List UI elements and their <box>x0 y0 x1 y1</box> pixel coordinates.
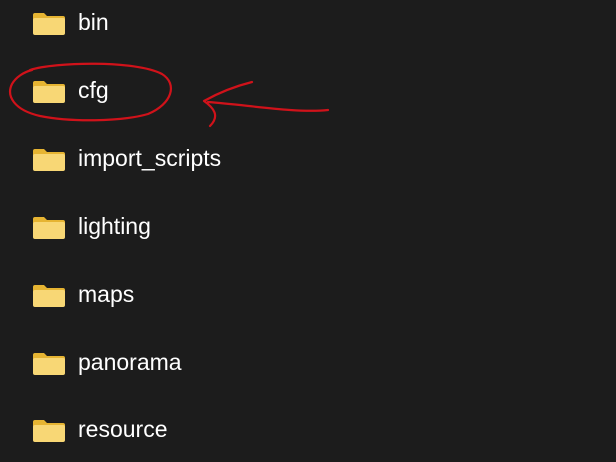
folder-icon <box>32 352 66 376</box>
folder-label: maps <box>78 281 135 307</box>
folder-item-panorama[interactable]: panorama <box>0 342 360 382</box>
folder-icon <box>32 148 66 172</box>
folder-icon <box>32 284 66 308</box>
folder-item-bin[interactable]: bin <box>0 2 360 42</box>
folder-item-cfg[interactable]: cfg <box>0 70 360 110</box>
folder-label: cfg <box>78 77 109 103</box>
folder-label: lighting <box>78 213 151 239</box>
folder-icon <box>32 419 66 443</box>
folder-icon <box>32 12 66 36</box>
folder-label: bin <box>78 9 109 35</box>
folder-item-resource[interactable]: resource <box>0 409 360 449</box>
folder-icon <box>32 80 66 104</box>
folder-list: bin cfg import_scripts lighting maps pan… <box>0 0 616 462</box>
folder-item-import-scripts[interactable]: import_scripts <box>0 138 360 178</box>
folder-label: panorama <box>78 349 182 375</box>
folder-label: resource <box>78 416 168 442</box>
folder-icon <box>32 216 66 240</box>
folder-item-maps[interactable]: maps <box>0 274 360 314</box>
folder-item-lighting[interactable]: lighting <box>0 206 360 246</box>
folder-label: import_scripts <box>78 145 222 171</box>
